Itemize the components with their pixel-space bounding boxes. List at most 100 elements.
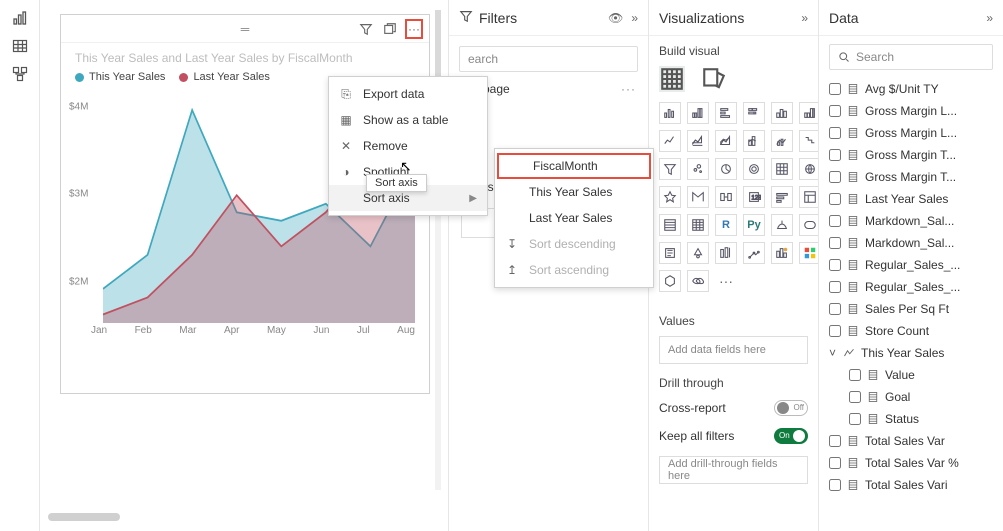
viz-type-icon[interactable]: [743, 158, 765, 180]
expand-pane-icon[interactable]: »: [631, 11, 638, 25]
field-checkbox[interactable]: [829, 127, 841, 139]
more-options-icon[interactable]: ···: [405, 19, 423, 39]
viz-type-icon[interactable]: [715, 102, 737, 124]
viz-type-icon[interactable]: [715, 186, 737, 208]
field-item[interactable]: Gross Margin T...: [825, 144, 997, 166]
build-visual-mode-icon[interactable]: [659, 66, 685, 92]
viz-type-icon[interactable]: [687, 214, 709, 236]
viz-type-icon[interactable]: [715, 242, 737, 264]
legend-item-this-year[interactable]: This Year Sales: [75, 71, 165, 83]
field-checkbox[interactable]: [829, 281, 841, 293]
drag-handle-icon[interactable]: ═: [230, 15, 260, 43]
field-subitem[interactable]: Goal: [825, 386, 997, 408]
menu-item[interactable]: ▦Show as a table: [329, 107, 487, 133]
field-item[interactable]: Last Year Sales: [825, 188, 997, 210]
viz-type-icon[interactable]: [659, 158, 681, 180]
more-visuals-icon[interactable]: ···: [715, 270, 737, 292]
viz-type-icon[interactable]: [687, 130, 709, 152]
viz-type-icon[interactable]: [743, 130, 765, 152]
field-item[interactable]: Sales Per Sq Ft: [825, 298, 997, 320]
model-view-icon[interactable]: [0, 60, 40, 88]
viz-type-icon[interactable]: [687, 242, 709, 264]
section-more-icon[interactable]: ···: [621, 82, 636, 96]
viz-type-icon[interactable]: [687, 158, 709, 180]
legend-item-last-year[interactable]: Last Year Sales: [179, 71, 269, 83]
table-view-icon[interactable]: [0, 32, 40, 60]
field-item[interactable]: Gross Margin L...: [825, 100, 997, 122]
field-item[interactable]: Markdown_Sal...: [825, 232, 997, 254]
field-item[interactable]: Markdown_Sal...: [825, 210, 997, 232]
viz-type-icon[interactable]: [659, 270, 681, 292]
viz-type-icon[interactable]: [687, 270, 709, 292]
field-item[interactable]: Total Sales Vari: [825, 474, 997, 496]
field-item[interactable]: Store Count: [825, 320, 997, 342]
menu-item[interactable]: ⎘Export data: [329, 81, 487, 107]
field-item[interactable]: Total Sales Var %: [825, 452, 997, 474]
cross-report-toggle[interactable]: Off: [774, 400, 808, 416]
viz-type-icon[interactable]: [771, 130, 793, 152]
field-checkbox[interactable]: [849, 413, 861, 425]
field-subitem[interactable]: Value: [825, 364, 997, 386]
field-checkbox[interactable]: [829, 259, 841, 271]
viz-type-icon[interactable]: R: [715, 214, 737, 236]
field-checkbox[interactable]: [829, 83, 841, 95]
viz-type-icon[interactable]: [659, 102, 681, 124]
field-item[interactable]: Gross Margin L...: [825, 122, 997, 144]
filters-search-input[interactable]: earch: [459, 46, 638, 72]
menu-item[interactable]: ✕Remove: [329, 133, 487, 159]
viz-type-icon[interactable]: [771, 242, 793, 264]
viz-type-icon[interactable]: [659, 130, 681, 152]
field-checkbox[interactable]: [849, 391, 861, 403]
field-checkbox[interactable]: [829, 479, 841, 491]
field-checkbox[interactable]: [829, 105, 841, 117]
field-checkbox[interactable]: [849, 369, 861, 381]
viz-type-icon[interactable]: [771, 214, 793, 236]
field-item[interactable]: Gross Margin T...: [825, 166, 997, 188]
viz-type-icon[interactable]: [659, 186, 681, 208]
viz-type-icon[interactable]: [687, 186, 709, 208]
canvas-horizontal-scrollbar[interactable]: [48, 513, 120, 521]
viz-type-icon[interactable]: [715, 158, 737, 180]
viz-type-icon[interactable]: Py: [743, 214, 765, 236]
values-well[interactable]: Add data fields here: [659, 336, 808, 364]
field-checkbox[interactable]: [829, 215, 841, 227]
data-search-input[interactable]: Search: [829, 44, 993, 70]
focus-mode-icon[interactable]: [381, 20, 399, 38]
field-checkbox[interactable]: [829, 435, 841, 447]
viz-type-icon[interactable]: [743, 242, 765, 264]
viz-type-icon[interactable]: [771, 158, 793, 180]
drill-through-well[interactable]: Add drill-through fields here: [659, 456, 808, 484]
submenu-item[interactable]: FiscalMonth: [497, 153, 651, 179]
field-item[interactable]: Regular_Sales_...: [825, 254, 997, 276]
viz-type-icon[interactable]: [715, 130, 737, 152]
viz-type-icon[interactable]: [743, 102, 765, 124]
viz-type-icon[interactable]: [771, 102, 793, 124]
field-item[interactable]: Regular_Sales_...: [825, 276, 997, 298]
field-item[interactable]: Avg $/Unit TY: [825, 78, 997, 100]
field-checkbox[interactable]: [829, 149, 841, 161]
viz-type-icon[interactable]: [659, 242, 681, 264]
x-tick: Jul: [357, 325, 370, 336]
keep-filters-toggle[interactable]: On: [774, 428, 808, 444]
field-checkbox[interactable]: [829, 237, 841, 249]
field-checkbox[interactable]: [829, 325, 841, 337]
field-group[interactable]: ˅This Year Sales: [825, 342, 997, 364]
viz-type-icon[interactable]: [771, 186, 793, 208]
format-visual-mode-icon[interactable]: [701, 66, 727, 92]
viz-type-icon[interactable]: [687, 102, 709, 124]
report-view-icon[interactable]: [0, 4, 40, 32]
field-item[interactable]: Total Sales Var: [825, 430, 997, 452]
field-checkbox[interactable]: [829, 457, 841, 469]
show-filters-icon[interactable]: 👁: [608, 11, 623, 25]
expand-pane-icon[interactable]: »: [986, 11, 993, 25]
submenu-item[interactable]: This Year Sales: [495, 179, 653, 205]
expand-pane-icon[interactable]: »: [801, 11, 808, 25]
field-subitem[interactable]: Status: [825, 408, 997, 430]
field-checkbox[interactable]: [829, 171, 841, 183]
submenu-item[interactable]: Last Year Sales: [495, 205, 653, 231]
viz-type-icon[interactable]: 123: [743, 186, 765, 208]
viz-type-icon[interactable]: [659, 214, 681, 236]
visual-filter-icon[interactable]: [357, 20, 375, 38]
field-checkbox[interactable]: [829, 193, 841, 205]
field-checkbox[interactable]: [829, 303, 841, 315]
